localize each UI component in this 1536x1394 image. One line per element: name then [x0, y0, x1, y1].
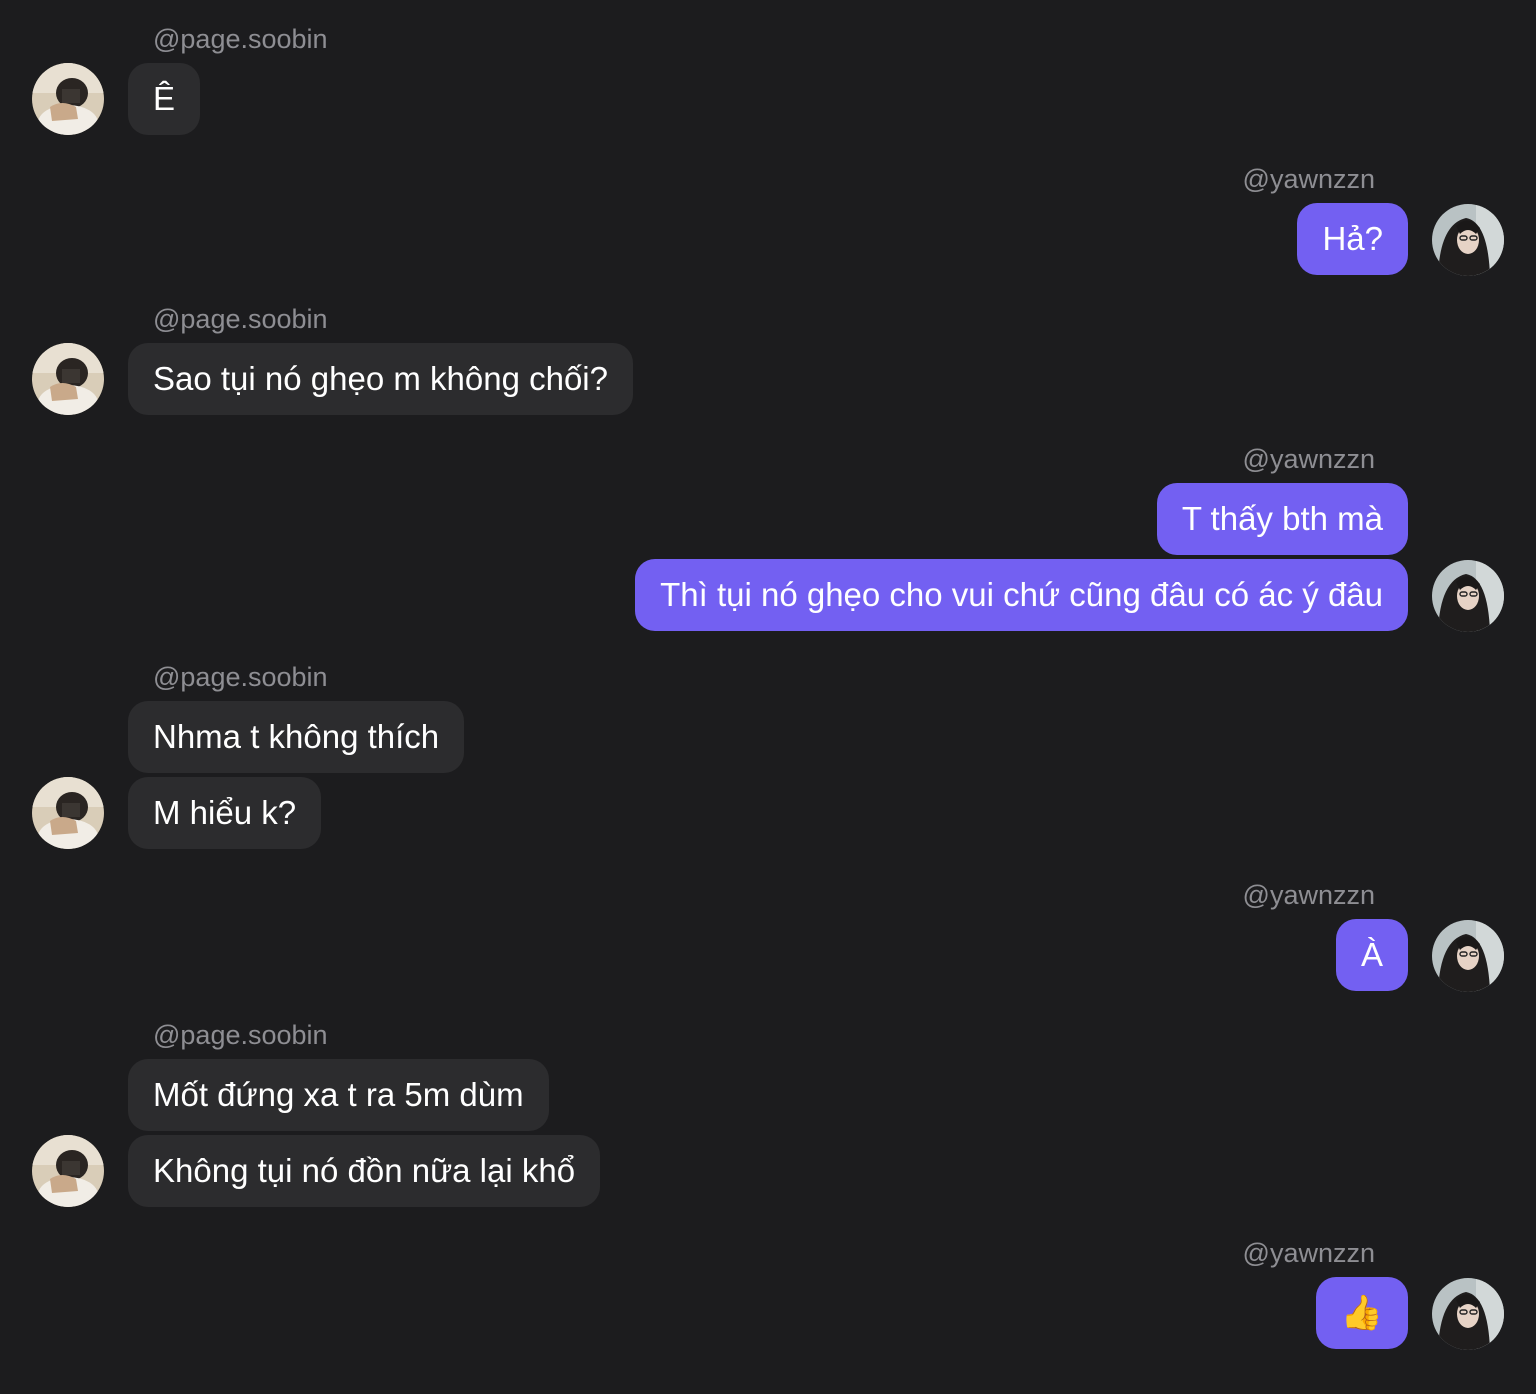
avatar-page-soobin-icon — [32, 777, 104, 849]
avatar-page-soobin-icon — [32, 63, 104, 135]
message-bubble[interactable]: À — [1335, 919, 1408, 991]
message-bubble[interactable]: 👍 — [1315, 1277, 1408, 1349]
avatar-yawnzzn-icon — [1432, 920, 1504, 992]
message-bubble[interactable]: Mốt đứng xa t ra 5m dùm — [128, 1059, 549, 1131]
message-bubble[interactable]: Sao tụi nó ghẹo m không chối? — [128, 343, 633, 415]
avatar-yawnzzn-icon — [1432, 1278, 1504, 1350]
message-bubble[interactable]: Nhma t không thích — [128, 701, 465, 773]
avatar-page-soobin-icon — [32, 1135, 104, 1207]
avatar-page-soobin-icon — [32, 343, 104, 415]
sender-username[interactable]: @page.soobin — [153, 1020, 328, 1050]
avatar[interactable] — [32, 343, 104, 415]
message-bubble[interactable]: Hả? — [1297, 203, 1408, 275]
thumbs-up-icon: 👍 — [1340, 1293, 1383, 1333]
avatar[interactable] — [32, 63, 104, 135]
avatar[interactable] — [1432, 1278, 1504, 1350]
message-bubble[interactable]: T thấy bth mà — [1156, 483, 1408, 555]
sender-username[interactable]: @yawnzzn — [1243, 444, 1375, 474]
avatar[interactable] — [1432, 920, 1504, 992]
sender-username[interactable]: @yawnzzn — [1243, 880, 1375, 910]
sender-username[interactable]: @page.soobin — [153, 304, 328, 334]
message-bubble[interactable]: Ê — [128, 63, 201, 135]
sender-username[interactable]: @yawnzzn — [1243, 164, 1375, 194]
avatar-yawnzzn-icon — [1432, 560, 1504, 632]
sender-username[interactable]: @page.soobin — [153, 24, 328, 54]
sender-username[interactable]: @yawnzzn — [1243, 1238, 1375, 1268]
avatar-yawnzzn-icon — [1432, 204, 1504, 276]
avatar[interactable] — [32, 777, 104, 849]
avatar[interactable] — [32, 1135, 104, 1207]
message-bubble[interactable]: M hiểu k? — [128, 777, 322, 849]
avatar[interactable] — [1432, 204, 1504, 276]
chat-thread: @page.soobin Ê @yawnzzn Hả? @page.soobin… — [0, 0, 1536, 1394]
message-bubble[interactable]: Không tụi nó đồn nữa lại khổ — [128, 1135, 601, 1207]
avatar[interactable] — [1432, 560, 1504, 632]
sender-username[interactable]: @page.soobin — [153, 662, 328, 692]
message-bubble[interactable]: Thì tụi nó ghẹo cho vui chứ cũng đâu có … — [635, 559, 1408, 631]
